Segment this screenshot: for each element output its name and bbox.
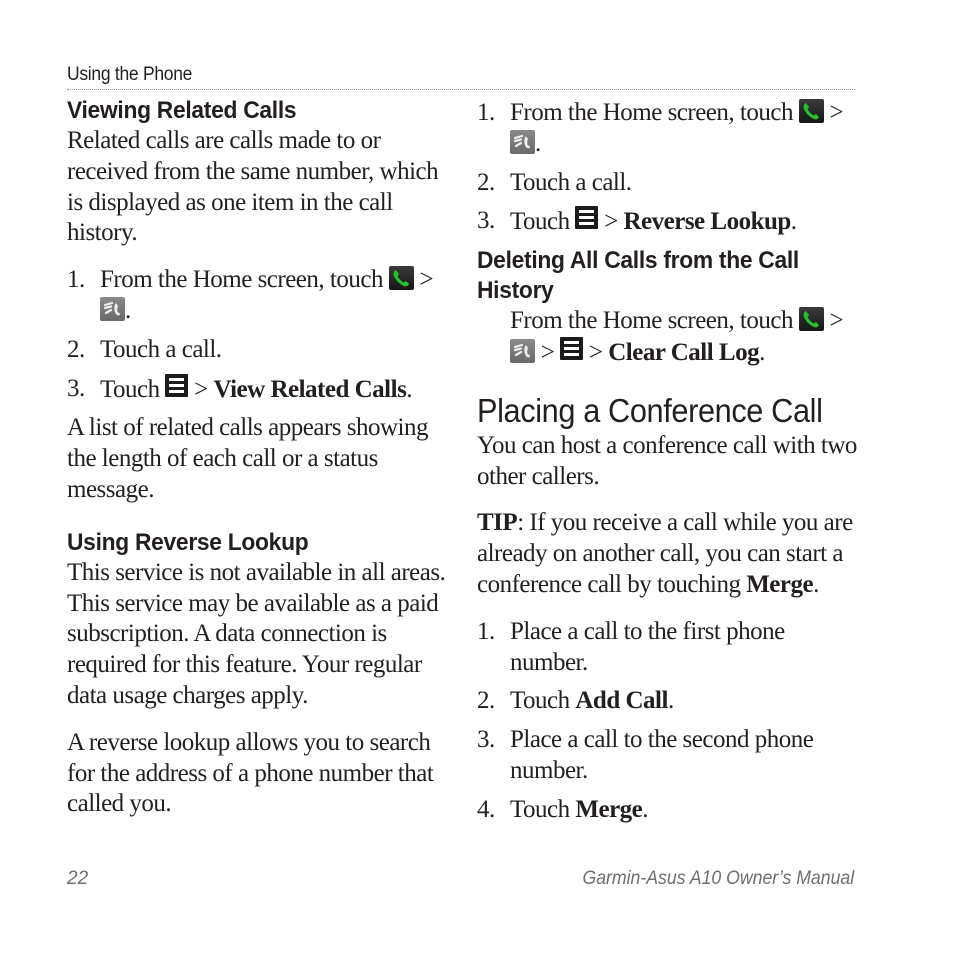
heading-placing-conference-call: Placing a Conference Call (477, 391, 823, 429)
call-history-icon (510, 129, 535, 154)
call-history-icon (100, 296, 125, 321)
phone-icon (388, 266, 414, 291)
running-head: Using the Phone (67, 64, 193, 85)
manual-title: Garmin-Asus A10 Owner’s Manual (582, 868, 854, 889)
step-item: 1. Place a call to the first phone numbe… (477, 617, 785, 676)
step-item: 3. Touch > Reverse Lookup. (477, 206, 797, 236)
step-item: 2. Touch Add Call. (477, 687, 674, 715)
reverse-para-2: A reverse lookup allows you to search fo… (67, 728, 434, 818)
step-item: 4. Touch Merge. (477, 795, 649, 823)
step-item: 1. From the Home screen, touch > . (477, 99, 844, 157)
menu-icon (575, 206, 599, 230)
conference-intro: You can host a conference call with two … (477, 431, 857, 490)
step-item: 1. From the Home screen, touch > . (67, 266, 434, 324)
step-item: 2. Touch a call. (67, 335, 222, 363)
heading-viewing-related-calls: Viewing Related Calls (67, 97, 297, 124)
deleting-instructions: From the Home screen, touch > > > Clear … (510, 307, 844, 366)
menu-icon (560, 336, 584, 360)
reverse-steps: 1. From the Home screen, touch > . 2. To… (477, 98, 862, 238)
step-item: 3. Touch > View Related Calls. (67, 373, 413, 403)
call-history-icon (510, 338, 535, 363)
header-rule (67, 89, 855, 90)
left-column: Viewing Related Calls Related calls are … (67, 96, 447, 820)
viewing-intro: Related calls are calls made to or recei… (67, 127, 439, 247)
phone-icon (798, 99, 824, 123)
page-number: 22 (67, 868, 89, 889)
viewing-steps: 1. From the Home screen, touch > . 2. To… (67, 265, 447, 405)
conference-tip: TIP: If you receive a call while you are… (477, 509, 853, 598)
heading-deleting-all-calls: Deleting All Calls from the Call History (477, 247, 799, 305)
phone-icon (798, 307, 824, 332)
step-item: 3. Place a call to the second phone numb… (477, 726, 814, 784)
conference-steps: 1. Place a call to the first phone numbe… (477, 617, 862, 826)
viewing-result: A list of related calls appears showing … (67, 414, 428, 503)
right-column: 1. From the Home screen, touch > . 2. To… (477, 98, 862, 826)
heading-using-reverse-lookup: Using Reverse Lookup (67, 528, 309, 556)
menu-icon (165, 373, 189, 397)
step-item: 2. Touch a call. (477, 168, 632, 196)
reverse-para-1: This service is not available in all are… (67, 558, 446, 709)
